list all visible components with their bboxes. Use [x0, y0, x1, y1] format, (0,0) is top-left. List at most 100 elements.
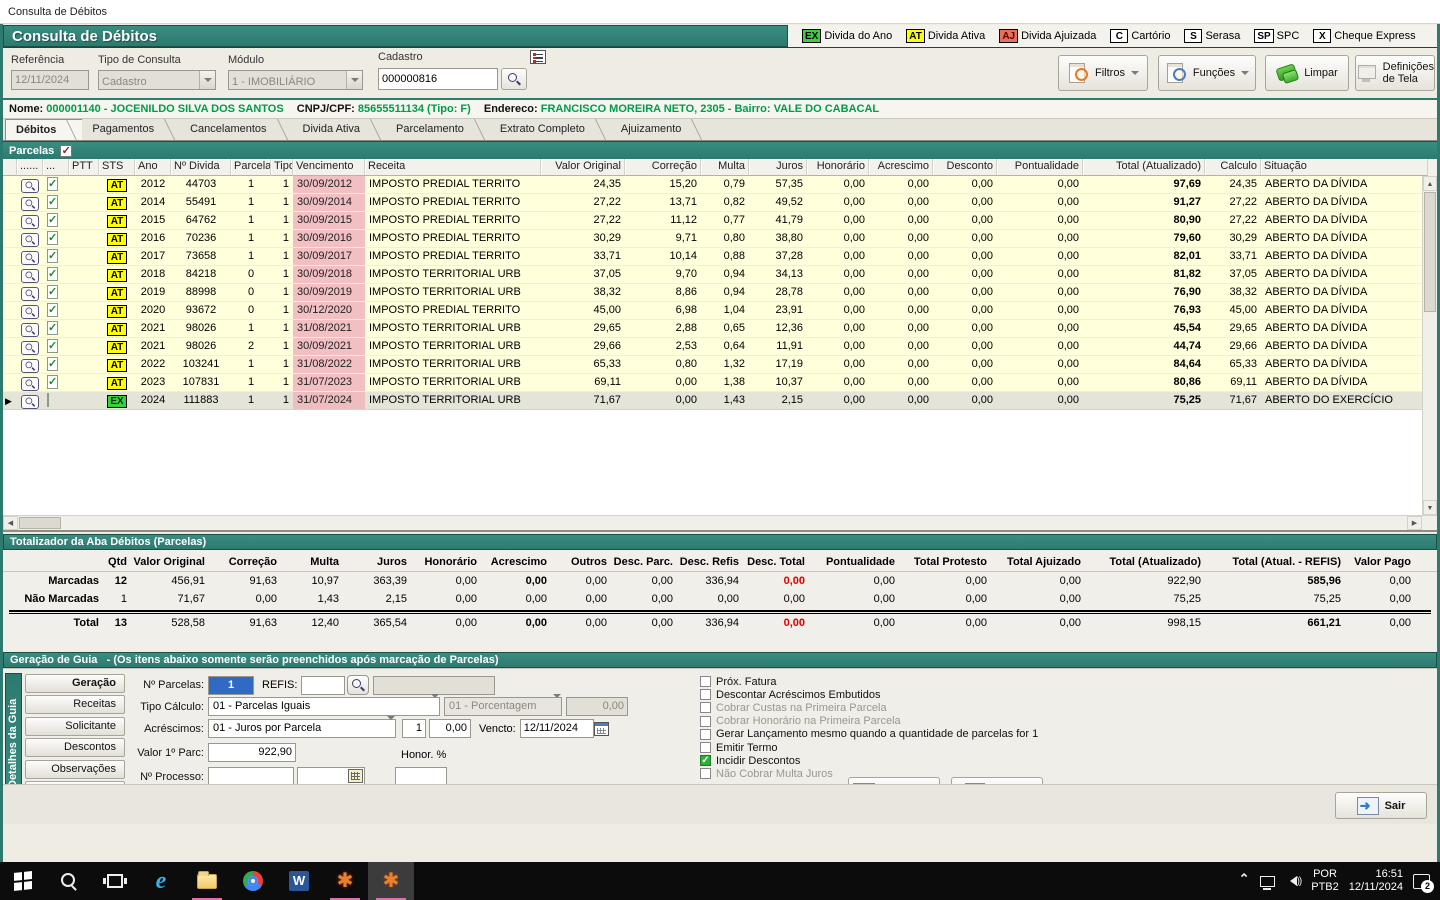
- definicoes-tela-button[interactable]: Definições de Tela: [1355, 55, 1435, 91]
- row-checkbox[interactable]: ✓: [47, 357, 58, 371]
- debt-row[interactable]: ✓AT2018842180130/09/2018IMPOSTO TERRITOR…: [3, 266, 1437, 284]
- row-detail-button[interactable]: [21, 359, 39, 373]
- funcoes-button[interactable]: Funções: [1158, 55, 1256, 91]
- option-checkbox[interactable]: [700, 742, 711, 753]
- acrescimos-select[interactable]: 01 - Juros por Parcela: [208, 719, 396, 738]
- cadastro-input[interactable]: 000000816: [378, 68, 498, 90]
- option-checkbox[interactable]: ✓: [700, 755, 711, 766]
- scrollbar-thumb[interactable]: [1424, 192, 1436, 312]
- grid-header-correcao[interactable]: Correção: [625, 159, 701, 176]
- grid-header-ptt[interactable]: PTT: [69, 159, 99, 176]
- row-checkbox[interactable]: ✓: [47, 339, 58, 353]
- tipo-consulta-select[interactable]: Cadastro: [98, 70, 216, 90]
- acrescimos-valor-input[interactable]: 0,00: [429, 719, 471, 738]
- grid-header-pontualidade[interactable]: Pontualidade: [997, 159, 1083, 176]
- row-detail-button[interactable]: [21, 179, 39, 193]
- debt-row[interactable]: ✓AT2021980261131/08/2021IMPOSTO TERRITOR…: [3, 320, 1437, 338]
- vencto-input[interactable]: 12/11/2024: [520, 719, 594, 738]
- row-detail-button[interactable]: [21, 197, 39, 211]
- row-checkbox[interactable]: [47, 393, 49, 407]
- debt-row[interactable]: ▶EX20241118831131/07/2024IMPOSTO TERRITO…: [3, 392, 1437, 410]
- row-checkbox[interactable]: ✓: [47, 195, 58, 209]
- row-checkbox[interactable]: ✓: [47, 321, 58, 335]
- grid-header-total[interactable]: Total (Atualizado): [1083, 159, 1205, 176]
- calculator-icon[interactable]: [348, 769, 363, 783]
- app-orange-1-button[interactable]: ✱: [322, 862, 368, 900]
- list-icon[interactable]: [530, 50, 546, 64]
- grid-header-tipo[interactable]: Tipo: [271, 159, 293, 176]
- tipo-calculo-select[interactable]: 01 - Parcelas Iguais: [208, 697, 440, 716]
- debt-row[interactable]: ✓AT2017736581130/09/2017IMPOSTO PREDIAL …: [3, 248, 1437, 266]
- side-button-observa-es[interactable]: Observações: [25, 760, 125, 779]
- row-checkbox[interactable]: ✓: [47, 177, 58, 191]
- debt-row[interactable]: ✓AT2016702361130/09/2016IMPOSTO PREDIAL …: [3, 230, 1437, 248]
- debt-row[interactable]: ✓AT2020936720130/12/2020IMPOSTO PREDIAL …: [3, 302, 1437, 320]
- acrescimos-n-input[interactable]: 1: [402, 719, 426, 738]
- valor-parc-input[interactable]: 922,90: [208, 743, 296, 762]
- row-detail-button[interactable]: [21, 269, 39, 283]
- n-parcelas-input[interactable]: 1: [208, 676, 254, 695]
- grid-header-venc[interactable]: Vencimento: [293, 159, 365, 176]
- option-checkbox[interactable]: [700, 689, 711, 700]
- vertical-scrollbar[interactable]: ▲ ▼: [1422, 176, 1437, 515]
- tab-divida-ativa[interactable]: Divida Ativa: [293, 119, 386, 140]
- debt-row[interactable]: ✓AT2019889980130/09/2019IMPOSTO TERRITOR…: [3, 284, 1437, 302]
- clock[interactable]: 16:5112/11/2024: [1349, 868, 1403, 894]
- grid-header-multa[interactable]: Multa: [701, 159, 749, 176]
- grid-header-lupa[interactable]: ......: [17, 159, 43, 176]
- task-view-button[interactable]: [92, 862, 138, 900]
- row-detail-button[interactable]: [21, 395, 39, 409]
- option-checkbox[interactable]: [700, 676, 711, 687]
- parcelas-checkbox[interactable]: ✓: [60, 145, 72, 157]
- language-indicator[interactable]: PORPTB2: [1311, 868, 1339, 894]
- side-button-solicitante[interactable]: Solicitante: [25, 717, 125, 736]
- chrome-button[interactable]: [230, 862, 276, 900]
- row-checkbox[interactable]: ✓: [47, 249, 58, 263]
- tab-parcelamento[interactable]: Parcelamento: [386, 119, 490, 140]
- debt-row[interactable]: ✓AT2021980262130/09/2021IMPOSTO TERRITOR…: [3, 338, 1437, 356]
- tab-cancelamentos[interactable]: Cancelamentos: [180, 119, 292, 140]
- grid-header-situacao[interactable]: Situação: [1261, 159, 1428, 176]
- row-checkbox[interactable]: ✓: [47, 303, 58, 317]
- row-detail-button[interactable]: [21, 323, 39, 337]
- horizontal-scrollbar[interactable]: ◀ ▶: [3, 515, 1437, 530]
- tab-pagamentos[interactable]: Pagamentos: [82, 119, 180, 140]
- sair-button[interactable]: Sair: [1335, 792, 1427, 819]
- modulo-select[interactable]: 1 - IMOBILIÁRIO: [228, 70, 363, 90]
- side-button-receitas[interactable]: Receitas: [25, 695, 125, 714]
- row-detail-button[interactable]: [21, 305, 39, 319]
- row-checkbox[interactable]: ✓: [47, 285, 58, 299]
- limpar-button[interactable]: Limpar: [1265, 55, 1349, 91]
- side-button-descontos[interactable]: Descontos: [25, 738, 125, 757]
- grid-header-receita[interactable]: Receita: [365, 159, 541, 176]
- refis-search-button[interactable]: [347, 675, 369, 695]
- internet-explorer-button[interactable]: e: [138, 862, 184, 900]
- row-detail-button[interactable]: [21, 233, 39, 247]
- row-detail-button[interactable]: [21, 341, 39, 355]
- word-button[interactable]: W: [276, 862, 322, 900]
- row-checkbox[interactable]: ✓: [47, 375, 58, 389]
- grid-header-honorario[interactable]: Honorário: [807, 159, 869, 176]
- start-button[interactable]: [0, 862, 46, 900]
- grid-header-ano[interactable]: Ano: [135, 159, 171, 176]
- debt-row[interactable]: ✓AT20231078311131/07/2023IMPOSTO TERRITO…: [3, 374, 1437, 392]
- row-detail-button[interactable]: [21, 377, 39, 391]
- tray-expand-icon[interactable]: ⌃: [1239, 871, 1250, 891]
- grid-header-juros[interactable]: Juros: [749, 159, 807, 176]
- row-detail-button[interactable]: [21, 215, 39, 229]
- tab-extrato-completo[interactable]: Extrato Completo: [490, 119, 611, 140]
- row-checkbox[interactable]: ✓: [47, 213, 58, 227]
- option-checkbox[interactable]: [700, 729, 711, 740]
- tab-d-bitos[interactable]: Débitos: [5, 119, 82, 140]
- scroll-right-icon[interactable]: ▶: [1407, 516, 1422, 530]
- debt-row[interactable]: ✓AT2014554911130/09/2014IMPOSTO PREDIAL …: [3, 194, 1437, 212]
- network-icon[interactable]: [1260, 876, 1275, 887]
- tab-ajuizamento[interactable]: Ajuizamento: [611, 119, 708, 140]
- speaker-icon[interactable]: )): [1285, 876, 1302, 887]
- side-button-gera-o[interactable]: Geração: [25, 674, 125, 693]
- grid-header-chk[interactable]: ...: [43, 159, 69, 176]
- calendar-icon[interactable]: [594, 722, 609, 736]
- grid-header-valor[interactable]: Valor Original: [541, 159, 625, 176]
- grid-header-acrescimo[interactable]: Acrescimo: [869, 159, 933, 176]
- taskbar-search-button[interactable]: [46, 862, 92, 900]
